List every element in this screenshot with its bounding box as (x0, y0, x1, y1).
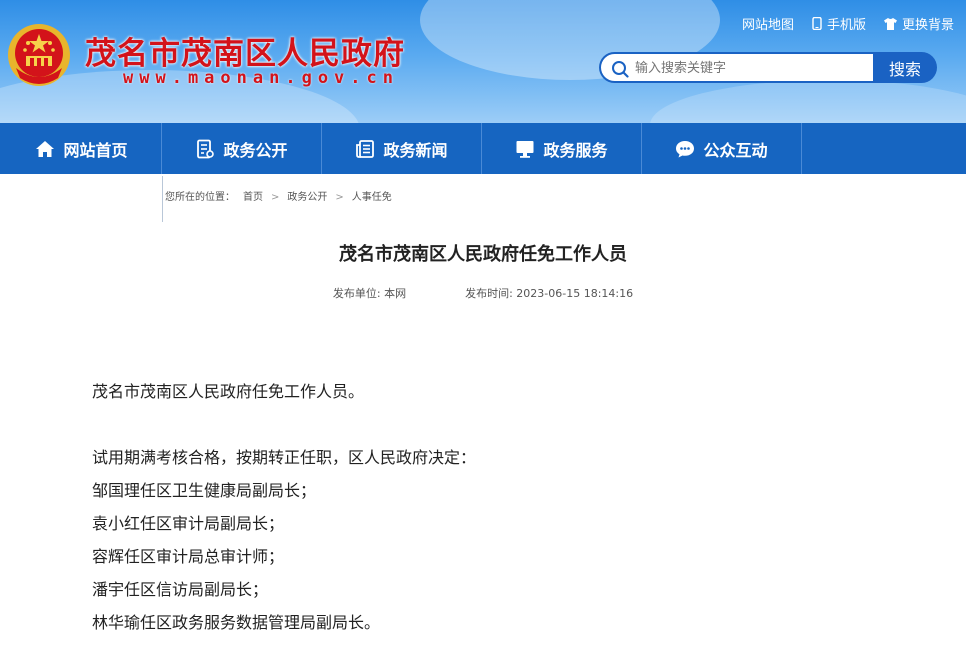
national-emblem-icon (8, 24, 70, 86)
nav-item-home[interactable]: 网站首页 (2, 123, 162, 174)
header-cloud-decoration (650, 80, 966, 123)
article-paragraph: 试用期满考核合格，按期转正任职，区人民政府决定： (92, 448, 477, 467)
breadcrumb: 您所在的位置： 首页 > 政务公开 > 人事任免 (162, 176, 392, 222)
article-title: 茂名市茂南区人民政府任免工作人员 (339, 244, 627, 265)
site-url: www.maonan.gov.cn (123, 68, 399, 88)
search-icon (612, 61, 629, 78)
publisher-label: 发布单位: (332, 287, 381, 300)
article-paragraph: 袁小红任区审计局副局长； (92, 514, 285, 533)
publish-time-label: 发布时间: (465, 287, 513, 300)
change-background-link[interactable]: 更换背景 (883, 14, 954, 33)
breadcrumb-gov-affairs[interactable]: 政务公开 (287, 193, 327, 203)
monitor-icon (516, 140, 534, 158)
article-paragraph: 容辉任区审计局总审计师； (92, 547, 285, 566)
breadcrumb-prefix: 您所在的位置： (165, 192, 235, 203)
shirt-icon (883, 17, 897, 30)
nav-item-news[interactable]: 政务新闻 (322, 123, 482, 174)
sitemap-link-label: 网站地图 (741, 18, 794, 33)
document-icon (197, 139, 215, 158)
nav-item-label: 政务服务 (543, 140, 608, 160)
nav-item-services[interactable]: 政务服务 (482, 123, 642, 174)
site-header: 茂名市茂南区人民政府 www.maonan.gov.cn 网站地图 手机版 更换… (0, 0, 966, 123)
nav-item-interaction[interactable]: 公众互动 (642, 123, 802, 174)
mobile-icon (812, 17, 822, 30)
article-intro: 茂名市茂南区人民政府任免工作人员。 (92, 382, 365, 401)
article-paragraph: 林华瑜任区政务服务数据管理局副局长。 (92, 613, 381, 632)
mobile-version-link[interactable]: 手机版 (812, 14, 866, 33)
nav-item-label: 政务公开 (223, 140, 288, 160)
news-icon (356, 139, 375, 158)
site-title: 茂名市茂南区人民政府 (85, 36, 405, 72)
main-nav: 网站首页 政务公开 政务新闻 政务服务 公众互动 (0, 123, 966, 174)
nav-item-gov-affairs[interactable]: 政务公开 (162, 123, 322, 174)
publish-time-value: 2023-06-15 18:14:16 (516, 287, 634, 300)
search-input[interactable] (635, 58, 863, 78)
publisher-value: 本网 (384, 287, 407, 300)
search-box (599, 52, 873, 83)
home-icon (36, 140, 55, 157)
breadcrumb-personnel[interactable]: 人事任免 (352, 193, 392, 203)
article-body: 茂名市茂南区人民政府任免工作人员。 试用期满考核合格，按期转正任职，区人民政府决… (92, 375, 892, 639)
chevron-right-icon: > (335, 192, 344, 203)
top-links: 网站地图 手机版 更换背景 (742, 14, 954, 33)
sitemap-link[interactable]: 网站地图 (742, 14, 794, 33)
article-meta: 发布单位: 本网 发布时间: 2023-06-15 18:14:16 (0, 285, 966, 301)
article-paragraph: 潘宇任区信访局副局长； (92, 580, 269, 599)
chat-icon (676, 140, 695, 157)
nav-item-label: 政务新闻 (383, 140, 448, 160)
breadcrumb-home[interactable]: 首页 (243, 193, 263, 203)
nav-item-label: 网站首页 (63, 140, 128, 160)
search-bar: 搜索 (599, 52, 937, 83)
search-button[interactable]: 搜索 (873, 52, 937, 83)
change-background-label: 更换背景 (901, 18, 954, 33)
mobile-version-label: 手机版 (826, 18, 866, 33)
nav-item-label: 公众互动 (703, 140, 768, 160)
chevron-right-icon: > (271, 192, 280, 203)
article-paragraph: 邹国理任区卫生健康局副局长； (92, 481, 317, 500)
